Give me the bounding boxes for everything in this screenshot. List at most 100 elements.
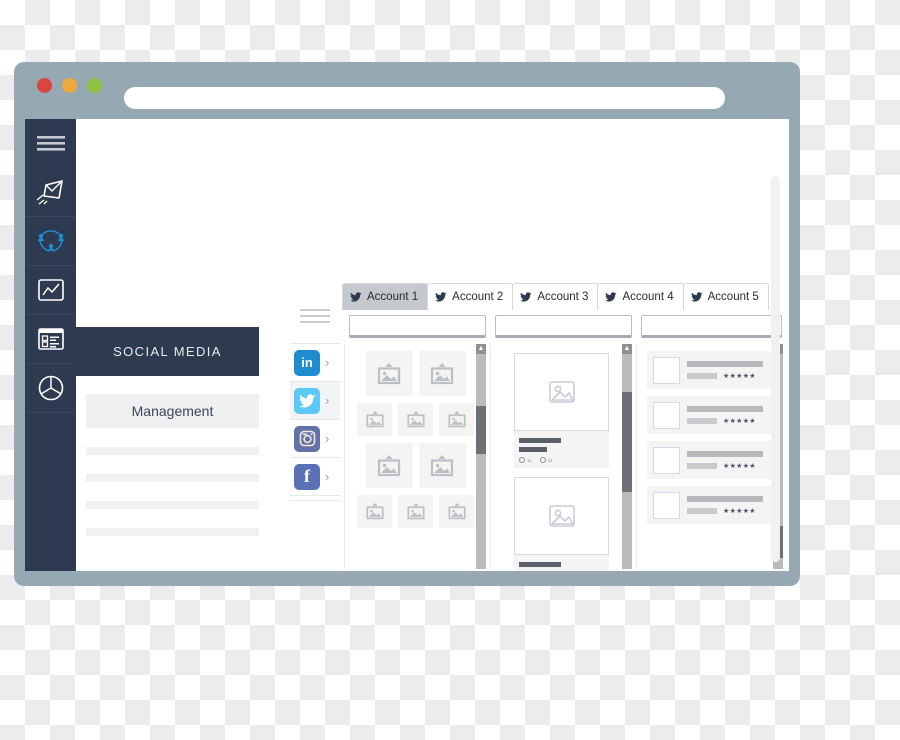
chevron-right-icon: ›	[325, 355, 330, 370]
list-subtitle-row: ★★★★★	[687, 462, 763, 470]
account-tabs: Account 1 Account 2 Account 3 Account 4 …	[342, 283, 769, 310]
list-item[interactable]: ★★★★★	[647, 486, 773, 524]
post-meta: 11 11	[514, 555, 609, 571]
scroll-up-arrow-icon[interactable]: ▲	[476, 344, 486, 354]
image-placeholder[interactable]	[365, 443, 413, 488]
page-scrollbar[interactable]	[771, 176, 780, 562]
nav-placeholder-row[interactable]	[86, 474, 259, 482]
tab-account-4[interactable]: Account 4	[597, 283, 684, 310]
metric-circle-icon	[539, 457, 546, 463]
thumbnail-row	[345, 403, 486, 436]
secondary-nav-panel: SOCIAL MEDIA Management	[76, 119, 290, 571]
chevron-right-icon: ›	[325, 469, 330, 484]
thumbnail-row	[345, 495, 486, 528]
pie-chart-icon	[37, 374, 65, 402]
image-placeholder[interactable]	[398, 403, 433, 436]
nav-section-header: SOCIAL MEDIA	[76, 327, 259, 376]
tab-account-1[interactable]: Account 1	[342, 283, 429, 310]
post-title-bar	[519, 438, 561, 443]
thumbnail-row	[345, 351, 486, 396]
gallery-scrollbar[interactable]: ▲	[476, 344, 486, 569]
scrollbar-thumb[interactable]	[622, 392, 632, 492]
list-item-content: ★★★★★	[687, 405, 763, 425]
sidebar-item-media[interactable]	[25, 266, 76, 315]
metric-value: 11	[547, 457, 553, 463]
thumbnail-row	[345, 443, 486, 488]
image-placeholder[interactable]	[357, 403, 392, 436]
list-item[interactable]: ★★★★★	[647, 396, 773, 434]
maximize-button[interactable]	[87, 78, 102, 93]
post-image-placeholder	[514, 353, 609, 431]
tab-account-5[interactable]: Account 5	[682, 283, 769, 310]
post-card[interactable]: 11 11	[514, 477, 609, 571]
sidebar-item-campaigns[interactable]	[25, 168, 76, 217]
nav-placeholder-row[interactable]	[86, 501, 259, 509]
tab-account-3[interactable]: Account 3	[512, 283, 599, 310]
post-subtitle-bar	[519, 447, 547, 452]
hamburger-menu-icon	[36, 135, 66, 152]
url-input[interactable]	[124, 87, 725, 109]
nav-item-management[interactable]: Management	[86, 394, 259, 428]
tab-account-2[interactable]: Account 2	[427, 283, 514, 310]
nav-placeholder-row[interactable]	[86, 447, 259, 455]
list-title-bar	[687, 360, 763, 367]
search-input-1[interactable]	[349, 315, 486, 338]
sidebar-item-analytics[interactable]	[25, 364, 76, 413]
close-button[interactable]	[37, 78, 52, 93]
linkedin-icon: in	[294, 349, 320, 376]
list-subtitle-bar	[687, 507, 717, 514]
social-account-instagram[interactable]: ›	[290, 419, 340, 457]
image-placeholder[interactable]	[398, 495, 433, 528]
social-accounts-column: in › › › f ›	[290, 119, 340, 571]
post-card[interactable]: 11 11	[514, 353, 609, 468]
sidebar-item-menu[interactable]	[25, 119, 76, 168]
image-placeholder[interactable]	[357, 495, 392, 528]
sidebar-item-social-media[interactable]	[25, 217, 76, 266]
list-subtitle-bar	[687, 462, 717, 469]
metric-value: 11	[527, 457, 532, 463]
image-placeholder[interactable]	[418, 351, 466, 396]
hamburger-menu-icon[interactable]	[300, 309, 330, 327]
social-account-twitter[interactable]: ›	[290, 381, 340, 419]
minimize-button[interactable]	[62, 78, 77, 93]
tab-label: Account 3	[537, 291, 589, 303]
post-title-bar	[519, 562, 561, 567]
post-feed-panel: 11 11 ▲	[490, 344, 632, 571]
nav-placeholder-row[interactable]	[86, 528, 259, 536]
post-stats: 11 11	[519, 457, 604, 463]
tab-label: Account 1	[367, 291, 419, 303]
image-placeholder[interactable]	[365, 351, 413, 396]
image-placeholder[interactable]	[439, 403, 474, 436]
browser-window: SOCIAL MEDIA Management in › › › f › Acc…	[14, 62, 800, 586]
tab-label: Account 4	[622, 291, 674, 303]
star-rating: ★★★★★	[723, 462, 756, 470]
post-stat: 11	[539, 457, 553, 463]
list-subtitle-bar	[687, 372, 717, 379]
sidebar-item-dashboard[interactable]	[25, 315, 76, 364]
work-area: Account 1 Account 2 Account 3 Account 4 …	[340, 119, 789, 571]
list-item[interactable]: ★★★★★	[647, 351, 773, 389]
star-rating: ★★★★★	[723, 372, 756, 380]
image-chart-icon	[37, 277, 65, 303]
review-list-panel: ★★★★★ ★★★★★ ★★★★★ ★★★★★	[636, 344, 783, 569]
search-input-3[interactable]	[641, 315, 782, 338]
image-placeholder[interactable]	[418, 443, 466, 488]
search-row	[342, 315, 789, 339]
scroll-up-arrow-icon[interactable]: ▲	[622, 344, 632, 354]
application-frame: SOCIAL MEDIA Management in › › › f › Acc…	[25, 119, 789, 571]
star-rating: ★★★★★	[723, 417, 756, 425]
scrollbar-thumb[interactable]	[476, 406, 486, 454]
instagram-icon	[294, 425, 320, 452]
list-item-content: ★★★★★	[687, 495, 763, 515]
list-item[interactable]: ★★★★★	[647, 441, 773, 479]
social-account-linkedin[interactable]: in ›	[290, 343, 340, 381]
social-account-facebook[interactable]: f ›	[290, 457, 340, 495]
dashboard-layout-icon	[37, 326, 65, 352]
twitter-bird-icon	[690, 292, 703, 302]
image-placeholder[interactable]	[439, 495, 474, 528]
browser-titlebar	[14, 62, 800, 116]
search-input-2[interactable]	[495, 315, 632, 338]
post-feed-scrollbar[interactable]: ▲	[622, 344, 632, 569]
list-subtitle-row: ★★★★★	[687, 507, 763, 515]
metric-circle-icon	[519, 457, 525, 463]
